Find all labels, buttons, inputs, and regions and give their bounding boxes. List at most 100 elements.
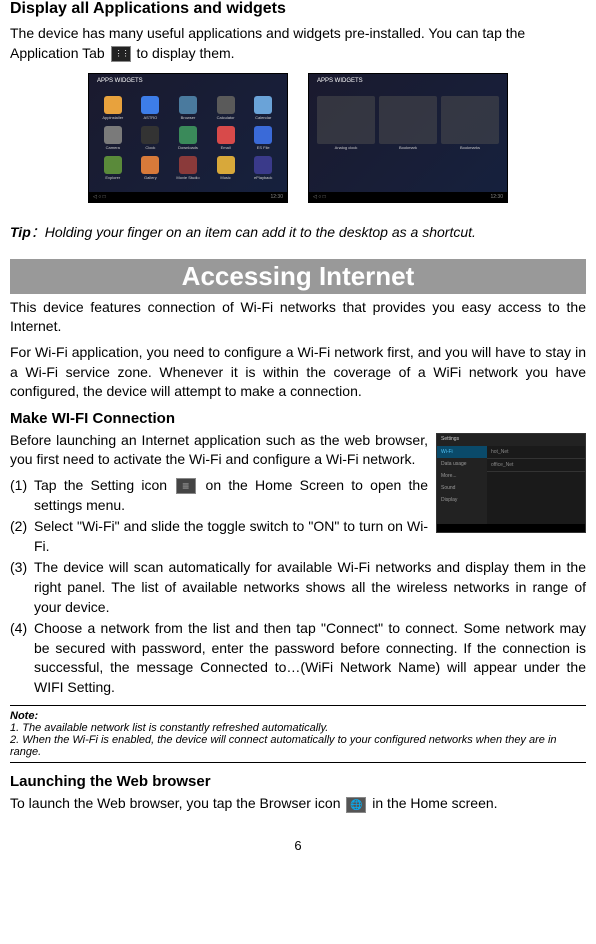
step-2: (2) Select "Wi-Fi" and slide the toggle … <box>10 517 428 556</box>
step-1-pre: Tap the Setting icon <box>34 477 174 493</box>
widget-cell: Bookmarks <box>441 96 499 150</box>
widget-label: Analog clock <box>317 145 375 150</box>
heading-browser: Launching the Web browser <box>10 773 586 790</box>
app-icon <box>217 156 235 174</box>
apps-paragraph: The device has many useful applications … <box>10 24 586 63</box>
app-icon <box>179 126 197 144</box>
page-number: 6 <box>10 838 586 853</box>
app-icon <box>104 96 122 114</box>
widget-cell: Bookmark <box>379 96 437 150</box>
banner-accessing-internet: Accessing Internet <box>10 259 586 294</box>
apps-para-post: to display them. <box>136 45 234 61</box>
note-block: Note: 1. The available network list is c… <box>10 705 586 763</box>
app-label: Downloads <box>172 145 204 150</box>
tip-text: Holding your finger on an item can add i… <box>45 224 476 240</box>
app-icon <box>141 126 159 144</box>
screenshot-row: APPS WIDGETS Appinstaller ASTRO Browser Cal… <box>10 73 586 203</box>
settings-header: Settings <box>437 434 585 446</box>
step-2-text: Select "Wi-Fi" and slide the toggle swit… <box>34 517 428 556</box>
app-cell: ES File <box>247 126 279 150</box>
app-label: ASTRO <box>135 115 167 120</box>
widget-label: Bookmarks <box>441 145 499 150</box>
app-icon <box>254 96 272 114</box>
apps-para-pre: The device has many useful applications … <box>10 25 525 61</box>
app-cell: Camera <box>97 126 129 150</box>
app-cell: Browser <box>172 96 204 120</box>
app-icon <box>217 126 235 144</box>
step-num-2: (2) <box>10 517 34 556</box>
app-label: ePlayback <box>247 175 279 180</box>
intro-p1: This device features connection of Wi-Fi… <box>10 298 586 337</box>
note-2: 2. When the Wi-Fi is enabled, the device… <box>10 734 586 758</box>
app-icon <box>141 96 159 114</box>
app-label: Music <box>210 175 242 180</box>
settings-network-row: office_Net <box>487 459 585 472</box>
settings-network-row: hot_Net <box>487 446 585 459</box>
step-num-1: (1) <box>10 476 34 515</box>
app-icon <box>104 126 122 144</box>
step-4: (4) Choose a network from the list and t… <box>10 619 586 697</box>
app-label: Gallery <box>135 175 167 180</box>
step-3-text: The device will scan automatically for a… <box>34 558 586 617</box>
widget-box <box>379 96 437 144</box>
app-icon <box>104 156 122 174</box>
screenshot-navbar-2: ◁ ○ □12:30 <box>309 192 507 202</box>
step-1: (1) Tap the Setting icon on the Home Scr… <box>10 476 428 515</box>
settings-sidebar-item: Display <box>437 494 487 506</box>
app-cell: Email <box>210 126 242 150</box>
app-cell: Gallery <box>135 156 167 180</box>
app-cell: Calculator <box>210 96 242 120</box>
app-label: Movie Studio <box>172 175 204 180</box>
app-label: Browser <box>172 115 204 120</box>
browser-pre: To launch the Web browser, you tap the B… <box>10 795 344 811</box>
app-label: Calendar <box>247 115 279 120</box>
screenshot-apps: APPS WIDGETS Appinstaller ASTRO Browser Cal… <box>88 73 288 203</box>
app-label: Appinstaller <box>97 115 129 120</box>
app-label: ES File <box>247 145 279 150</box>
intro-p2: For Wi-Fi application, you need to confi… <box>10 343 586 402</box>
settings-icon <box>176 478 196 494</box>
app-cell: Appinstaller <box>97 96 129 120</box>
tip-colon: ： <box>31 224 45 240</box>
app-icon <box>141 156 159 174</box>
step-4-text: Choose a network from the list and then … <box>34 619 586 697</box>
apps-tab-icon <box>111 46 131 62</box>
app-label: Email <box>210 145 242 150</box>
widget-label: Bookmark <box>379 145 437 150</box>
widget-box <box>317 96 375 144</box>
app-cell: Downloads <box>172 126 204 150</box>
settings-sidebar-item: More... <box>437 470 487 482</box>
app-cell: ASTRO <box>135 96 167 120</box>
app-cell: Explorer <box>97 156 129 180</box>
app-cell: Clock <box>135 126 167 150</box>
note-label: Note: <box>10 710 586 722</box>
settings-sidebar-item: Sound <box>437 482 487 494</box>
app-icon <box>254 156 272 174</box>
app-cell: Music <box>210 156 242 180</box>
app-icon <box>254 126 272 144</box>
browser-icon <box>346 797 366 813</box>
step-num-4: (4) <box>10 619 34 697</box>
screenshot-tabs-1: APPS WIDGETS <box>97 78 143 84</box>
app-label: Camera <box>97 145 129 150</box>
app-icon <box>217 96 235 114</box>
settings-screenshot: Settings Wi-FiData usageMore...SoundDisp… <box>436 433 586 533</box>
tip-paragraph: Tip：Holding your finger on an item can a… <box>10 223 586 243</box>
settings-sidebar-item: Wi-Fi <box>437 446 487 458</box>
app-cell: Calendar <box>247 96 279 120</box>
screenshot-tabs-2: APPS WIDGETS <box>317 78 363 84</box>
app-icon <box>179 96 197 114</box>
browser-para: To launch the Web browser, you tap the B… <box>10 794 586 814</box>
step-3: (3) The device will scan automatically f… <box>10 558 586 617</box>
settings-sidebar-item: Data usage <box>437 458 487 470</box>
app-label: Explorer <box>97 175 129 180</box>
widget-box <box>441 96 499 144</box>
screenshot-navbar-1: ◁ ○ □12:30 <box>89 192 287 202</box>
app-label: Clock <box>135 145 167 150</box>
app-icon <box>179 156 197 174</box>
note-1: 1. The available network list is constan… <box>10 722 586 734</box>
app-cell: Movie Studio <box>172 156 204 180</box>
screenshot-widgets: APPS WIDGETS Analog clock Bookmark Bookmar… <box>308 73 508 203</box>
browser-post: in the Home screen. <box>372 795 497 811</box>
tip-label: Tip <box>10 224 31 240</box>
